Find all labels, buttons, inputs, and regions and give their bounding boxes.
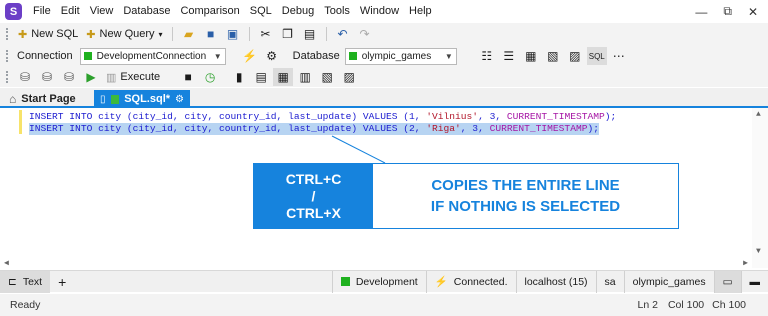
plug-icon: ⚡ — [434, 276, 448, 288]
environment-indicator[interactable]: Development — [331, 270, 426, 293]
callout-pointer — [331, 135, 386, 164]
layout-single-icon[interactable]: ▭ — [713, 270, 741, 293]
column-indicator: Col 100 — [667, 299, 705, 311]
environment-icon — [340, 277, 350, 286]
status-text: Ready — [10, 299, 41, 311]
connection-status: ⚡ Connected. — [425, 270, 516, 293]
shortcut-keys: CTRL+C / CTRL+X — [254, 164, 373, 228]
host-indicator: localhost (15) — [515, 270, 596, 293]
add-tab-button[interactable]: + — [50, 271, 74, 293]
user-indicator: sa — [595, 270, 624, 293]
text-icon: ⊏ — [8, 275, 17, 288]
status-bar: Ready Ln 2 Col 100 Ch 100 — [0, 294, 768, 316]
editor-bottom-bar: ⊏ Text + Development ⚡ Connected. localh… — [0, 270, 768, 293]
database-indicator: olympic_games — [623, 270, 714, 293]
shortcut-callout: CTRL+C / CTRL+X COPIES THE ENTIRE LINE I… — [253, 163, 679, 229]
layout-split-icon[interactable]: ▬ — [740, 270, 768, 293]
line-indicator: Ln 2 — [637, 299, 658, 311]
char-indicator: Ch 100 — [712, 299, 746, 311]
shortcut-description: COPIES THE ENTIRE LINE IF NOTHING IS SEL… — [430, 177, 621, 215]
text-view-tab[interactable]: ⊏ Text — [0, 270, 51, 293]
